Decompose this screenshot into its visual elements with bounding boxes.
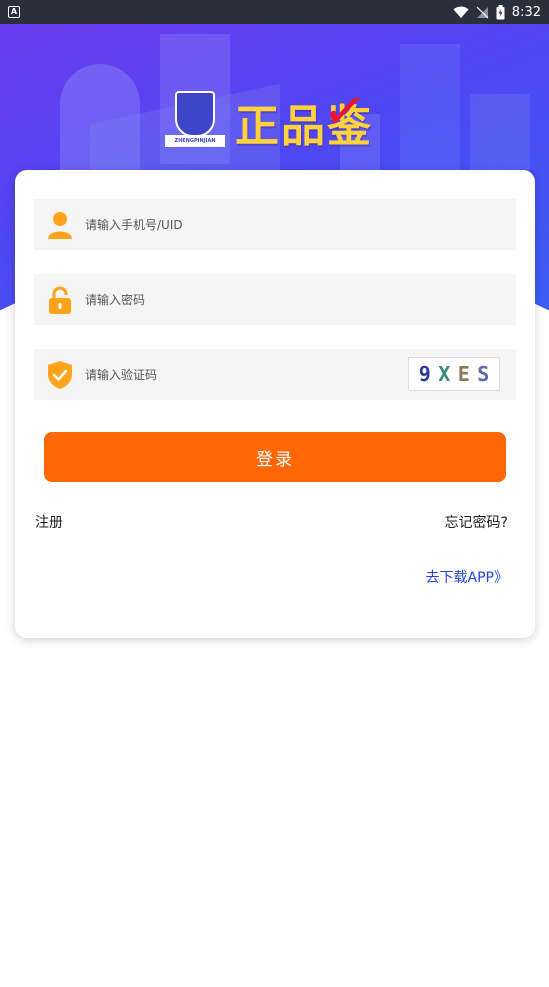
password-field[interactable]: 请输入密码 xyxy=(34,274,516,325)
checkmark-icon: ✓ xyxy=(319,79,373,145)
password-placeholder: 请输入密码 xyxy=(85,293,146,307)
no-signal-icon xyxy=(476,6,489,18)
login-card: 请输入手机号/UID 请输入密码 请输入验证码 9 X E S 登录 注册 忘记… xyxy=(15,170,535,638)
captcha-char: E xyxy=(457,362,470,386)
logo-shield-icon xyxy=(175,91,215,137)
captcha-char: X xyxy=(438,362,451,386)
captcha-placeholder: 请输入验证码 xyxy=(85,368,158,382)
user-icon xyxy=(47,211,73,239)
captcha-field[interactable]: 请输入验证码 9 X E S xyxy=(34,349,516,400)
captcha-image[interactable]: 9 X E S xyxy=(408,357,500,391)
banner-decoration xyxy=(400,44,460,184)
clock: 8:32 xyxy=(511,4,541,20)
lock-icon xyxy=(47,286,73,314)
phone-uid-field[interactable]: 请输入手机号/UID xyxy=(34,199,516,250)
logo-emblem: ZHENGPINJIAN xyxy=(165,91,225,153)
battery-icon xyxy=(496,4,505,19)
forgot-password-link[interactable]: 忘记密码? xyxy=(445,512,508,532)
shield-check-icon xyxy=(47,360,73,389)
wifi-icon xyxy=(453,6,469,18)
login-page: A 8:32 ZHENGPINJIAN 正品鉴 ✓ 请输入手机号/UID 请输入… xyxy=(0,0,549,987)
logo-title: 正品鉴 ✓ xyxy=(235,79,373,154)
captcha-char: S xyxy=(477,362,490,386)
download-app-link[interactable]: 去下载APP》 xyxy=(426,567,508,587)
phone-uid-placeholder: 请输入手机号/UID xyxy=(85,218,183,232)
app-notification-icon: A xyxy=(8,6,20,18)
brand-logo: ZHENGPINJIAN 正品鉴 ✓ xyxy=(165,79,373,154)
captcha-char: 9 xyxy=(418,362,431,386)
register-link[interactable]: 注册 xyxy=(35,512,63,532)
status-bar: A 8:32 xyxy=(0,0,549,24)
logo-ribbon: ZHENGPINJIAN xyxy=(165,135,225,147)
login-button[interactable]: 登录 xyxy=(44,432,506,482)
